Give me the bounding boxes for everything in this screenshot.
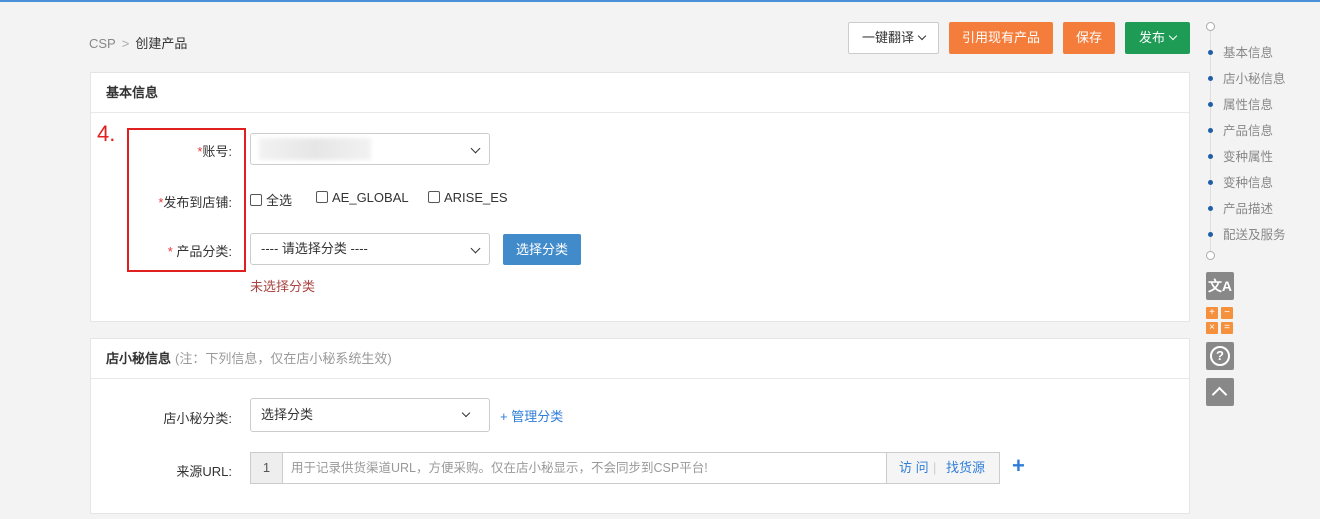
action-divider: | (933, 460, 937, 475)
add-url-button[interactable]: + (1012, 453, 1025, 479)
breadcrumb-root[interactable]: CSP (89, 36, 116, 51)
assistant-category-label: 店小秘分类: (163, 411, 232, 426)
store-checkbox-ae-global[interactable]: AE_GLOBAL (316, 190, 409, 205)
source-url-index: 1 (251, 453, 283, 483)
nav-start-circle-icon (1206, 22, 1215, 31)
manage-category-link[interactable]: + 管理分类 (500, 406, 563, 425)
nav-item-attributes[interactable]: 属性信息 (1208, 94, 1273, 113)
back-to-top-icon[interactable] (1206, 378, 1234, 406)
checkbox[interactable] (250, 194, 262, 206)
calc-plus-glyph: + (1206, 307, 1218, 319)
checkbox[interactable] (428, 191, 440, 203)
chevron-down-icon (461, 408, 471, 418)
account-label: *账号: (140, 141, 232, 160)
visit-url-button[interactable]: 访 问 (899, 453, 929, 483)
calc-times-glyph: × (1206, 322, 1218, 334)
calc-equals-glyph: = (1221, 322, 1233, 334)
nav-dot-icon (1208, 128, 1213, 133)
nav-item-label: 属性信息 (1223, 98, 1274, 112)
assistant-info-title: 店小秘信息 (106, 351, 172, 366)
breadcrumb-separator: > (121, 36, 130, 51)
category-label-text: 产品分类: (172, 244, 232, 259)
nav-item-assistant-info[interactable]: 店小秘信息 (1208, 68, 1286, 87)
category-select[interactable]: ---- 请选择分类 ---- (250, 233, 490, 265)
checkbox-label: AE_GLOBAL (332, 190, 409, 205)
assistant-info-header: 店小秘信息 (注：下列信息，仅在店小秘系统生效) (91, 339, 1189, 379)
translate-tool-icon[interactable]: 文A (1206, 272, 1234, 300)
nav-item-variant-info[interactable]: 变种信息 (1208, 172, 1273, 191)
account-label-text: 账号: (202, 144, 232, 159)
account-select[interactable] (250, 133, 490, 165)
calculator-icon[interactable]: + − × = (1206, 307, 1234, 335)
assistant-category-select[interactable]: 选择分类 (250, 398, 490, 432)
save-button[interactable]: 保存 (1063, 22, 1115, 54)
nav-item-label: 产品描述 (1223, 202, 1274, 216)
nav-dot-icon (1208, 180, 1213, 185)
publish-store-label-text: 发布到店铺: (163, 195, 232, 210)
nav-item-description[interactable]: 产品描述 (1208, 198, 1273, 217)
assistant-info-note: (注：下列信息，仅在店小秘系统生效) (175, 351, 392, 366)
nav-end-circle-icon (1206, 251, 1215, 260)
reference-existing-product-button[interactable]: 引用现有产品 (949, 22, 1053, 54)
assistant-category-value: 选择分类 (261, 407, 314, 422)
help-glyph: ? (1210, 346, 1230, 366)
store-checkbox-arise-es[interactable]: ARISE_ES (428, 190, 508, 205)
find-source-button[interactable]: 找货源 (946, 453, 985, 483)
nav-dot-icon (1208, 232, 1213, 237)
calc-minus-glyph: − (1221, 307, 1233, 319)
publish-button-label: 发布 (1138, 30, 1165, 45)
nav-item-label: 变种属性 (1223, 150, 1274, 164)
annotation-step-number: 4. (97, 121, 116, 146)
nav-item-label: 店小秘信息 (1223, 72, 1286, 86)
breadcrumb-current: 创建产品 (135, 36, 188, 51)
nav-item-product-info[interactable]: 产品信息 (1208, 120, 1273, 139)
publish-store-label: *发布到店铺: (140, 192, 232, 211)
nav-item-shipping[interactable]: 配送及服务 (1208, 224, 1286, 243)
nav-dot-icon (1208, 206, 1213, 211)
chevron-down-icon (470, 143, 481, 154)
breadcrumb: CSP > 创建产品 (89, 33, 187, 52)
choose-category-button[interactable]: 选择分类 (503, 234, 581, 265)
source-url-actions: 访 问 | 找货源 (886, 453, 999, 483)
source-url-label: 来源URL: (176, 464, 232, 479)
nav-track-line (1210, 30, 1211, 256)
translate-button-label: 一键翻译 (861, 30, 914, 45)
nav-item-variant-attributes[interactable]: 变种属性 (1208, 146, 1273, 165)
section-nav: 基本信息 店小秘信息 属性信息 产品信息 变种属性 变种信息 产品描述 配送及服… (1200, 20, 1310, 260)
nav-dot-icon (1208, 154, 1213, 159)
nav-item-label: 基本信息 (1223, 46, 1274, 60)
nav-dot-icon (1208, 50, 1213, 55)
nav-item-label: 变种信息 (1223, 176, 1274, 190)
top-accent-line (0, 0, 1320, 2)
category-error-message: 未选择分类 (250, 279, 316, 294)
one-click-translate-button[interactable]: 一键翻译 (848, 22, 939, 54)
publish-button[interactable]: 发布 (1125, 22, 1190, 54)
checkbox-label: 全选 (266, 193, 293, 208)
nav-item-label: 配送及服务 (1223, 228, 1286, 242)
nav-dot-icon (1208, 76, 1213, 81)
checkbox[interactable] (316, 191, 328, 203)
chevron-down-icon (470, 243, 481, 254)
category-select-value: ---- 请选择分类 ---- (261, 241, 368, 256)
chevron-down-icon (917, 31, 927, 41)
source-url-input[interactable]: 用于记录供货渠道URL，方便采购。仅在店小秘显示，不会同步到CSP平台! (291, 453, 708, 483)
category-label: * 产品分类: (140, 241, 232, 260)
source-url-input-group: 1 用于记录供货渠道URL，方便采购。仅在店小秘显示，不会同步到CSP平台! 访… (250, 452, 1000, 484)
nav-item-basic-info[interactable]: 基本信息 (1208, 42, 1273, 61)
store-checkbox-select-all[interactable]: 全选 (250, 190, 292, 209)
nav-item-label: 产品信息 (1223, 124, 1274, 138)
chevron-down-icon (1168, 31, 1178, 41)
chevron-up-icon (1211, 386, 1228, 403)
help-icon[interactable]: ? (1206, 342, 1234, 370)
basic-info-title: 基本信息 (91, 73, 1189, 113)
checkbox-label: ARISE_ES (444, 190, 508, 205)
nav-dot-icon (1208, 102, 1213, 107)
redacted-account-value (259, 138, 371, 160)
